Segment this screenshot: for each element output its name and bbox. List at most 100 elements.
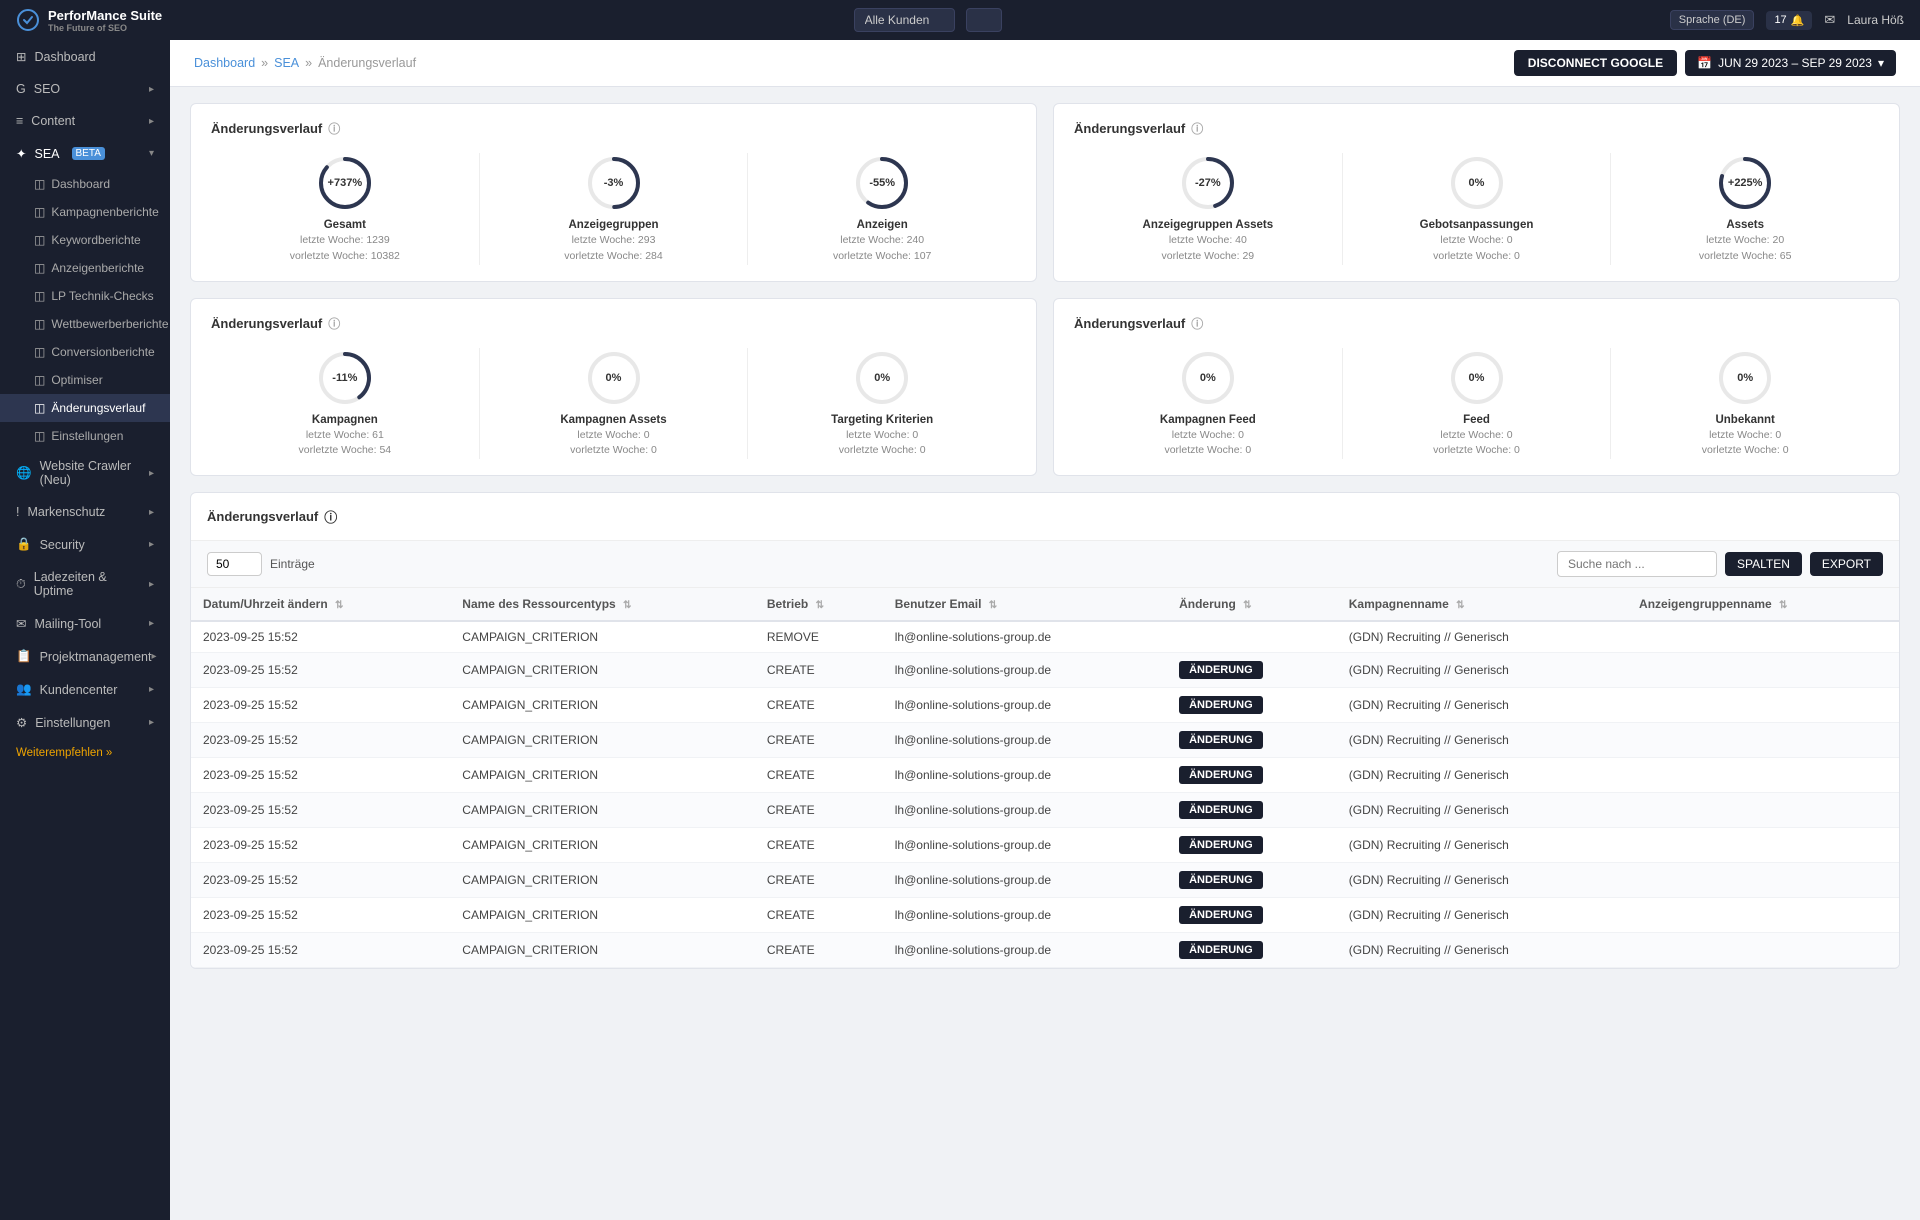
customer-select[interactable]: Alle Kunden <box>854 8 955 32</box>
metric-label-k: Kampagnen <box>219 414 471 426</box>
breadcrumb-sea[interactable]: SEA <box>274 56 299 70</box>
sidebar-sub-sea-dashboard[interactable]: ◫Dashboard <box>0 170 170 198</box>
sidebar-item-sea[interactable]: ✦ SEA BETA ▾ <box>0 137 170 170</box>
anderung-button[interactable]: ÄNDERUNG <box>1179 941 1263 959</box>
website-crawler-label: Website Crawler (Neu) <box>40 459 149 487</box>
info-icon-tl[interactable]: ⓘ <box>328 120 340 137</box>
brand-logo: PerforMance Suite The Future of SEO <box>16 8 186 33</box>
date-range-button[interactable]: 📅 JUN 29 2023 – SEP 29 2023 ▾ <box>1685 50 1896 76</box>
table-row: 2023-09-25 15:52 CAMPAIGN_CRITERION CREA… <box>191 793 1899 828</box>
cell-anderung: ÄNDERUNG <box>1167 898 1337 933</box>
export-button[interactable]: EXPORT <box>1810 552 1883 576</box>
metric-circle-az: -55% <box>852 153 912 213</box>
cell-anzeigengruppe <box>1627 758 1899 793</box>
sidebar-item-einstellungen[interactable]: ⚙ Einstellungen ▸ <box>0 706 170 739</box>
cell-kampagne: (GDN) Recruiting // Generisch <box>1337 621 1627 653</box>
sidebar-item-website-crawler[interactable]: 🌐 Website Crawler (Neu) ▸ <box>0 450 170 496</box>
sidebar-item-projektmanagement[interactable]: 📋 Projektmanagement ▸ <box>0 640 170 673</box>
col-anderung[interactable]: Änderung ⇅ <box>1167 588 1337 621</box>
table-info-icon[interactable]: ⓘ <box>324 507 337 526</box>
sidebar-sub-anzeigenberichte[interactable]: ◫Anzeigenberichte <box>0 254 170 282</box>
col-datum[interactable]: Datum/Uhrzeit ändern ⇅ <box>191 588 450 621</box>
card-top-right: Änderungsverlauf ⓘ -27% Anzeigegruppen A… <box>1053 103 1900 282</box>
entries-select[interactable]: 10 25 50 100 <box>207 552 262 576</box>
table-row: 2023-09-25 15:52 CAMPAIGN_CRITERION CREA… <box>191 758 1899 793</box>
security-icon: 🔒 <box>16 537 32 552</box>
security-label: Security <box>40 538 85 552</box>
metric-feed: 0% Feed letzte Woche: 0vorletzte Woche: … <box>1343 348 1612 460</box>
col-name[interactable]: Name des Ressourcentyps ⇅ <box>450 588 755 621</box>
sidebar-item-weiterempfehlen[interactable]: Weiterempfehlen » <box>0 739 170 767</box>
col-betrieb[interactable]: Betrieb ⇅ <box>755 588 883 621</box>
crawler-icon: 🌐 <box>16 466 32 481</box>
sidebar-sub-einstellungen-sea[interactable]: ◫Einstellungen <box>0 422 170 450</box>
cell-datum: 2023-09-25 15:52 <box>191 828 450 863</box>
info-icon-bl[interactable]: ⓘ <box>328 315 340 332</box>
sidebar-sub-wettbewerber[interactable]: ◫Wettbewerberberichte <box>0 310 170 338</box>
col-email[interactable]: Benutzer Email ⇅ <box>883 588 1167 621</box>
table-toolbar: 10 25 50 100 Einträge SPALTEN EXPORT <box>191 541 1899 588</box>
anderung-button[interactable]: ÄNDERUNG <box>1179 661 1263 679</box>
lp-icon: ◫ <box>34 289 45 303</box>
sidebar-sub-aenderungsverlauf[interactable]: ◫Änderungsverlauf <box>0 394 170 422</box>
table-row: 2023-09-25 15:52 CAMPAIGN_CRITERION CREA… <box>191 723 1899 758</box>
anderung-button[interactable]: ÄNDERUNG <box>1179 696 1263 714</box>
cell-name: CAMPAIGN_CRITERION <box>450 863 755 898</box>
conversion-label: Conversionberichte <box>51 345 154 359</box>
anderung-button[interactable]: ÄNDERUNG <box>1179 766 1263 784</box>
conv-icon: ◫ <box>34 345 45 359</box>
mail-icon[interactable]: ✉ <box>1824 12 1835 28</box>
notifications-badge[interactable]: 17 🔔 <box>1766 11 1812 30</box>
anderung-button[interactable]: ÄNDERUNG <box>1179 906 1263 924</box>
metric-circle-aga: -27% <box>1178 153 1238 213</box>
sidebar-item-content[interactable]: ≡ Content ▸ <box>0 105 170 137</box>
sidebar-sub-keywordberichte[interactable]: ◫Keywordberichte <box>0 226 170 254</box>
col-anzeigengruppe[interactable]: Anzeigengruppenname ⇅ <box>1627 588 1899 621</box>
sidebar-item-mailing[interactable]: ✉ Mailing-Tool ▸ <box>0 607 170 640</box>
anderung-button[interactable]: ÄNDERUNG <box>1179 871 1263 889</box>
top-navigation: PerforMance Suite The Future of SEO Alle… <box>0 0 1920 40</box>
anderung-button[interactable]: ÄNDERUNG <box>1179 801 1263 819</box>
cell-datum: 2023-09-25 15:52 <box>191 723 450 758</box>
cell-datum: 2023-09-25 15:52 <box>191 898 450 933</box>
sidebar-item-dashboard[interactable]: ⊞ Dashboard <box>0 40 170 73</box>
col-kampagne[interactable]: Kampagnenname ⇅ <box>1337 588 1627 621</box>
sidebar-item-ladezeiten[interactable]: ⏱ Ladezeiten & Uptime ▸ <box>0 561 170 607</box>
cell-kampagne: (GDN) Recruiting // Generisch <box>1337 688 1627 723</box>
sidebar-sub-optimiser[interactable]: ◫Optimiser <box>0 366 170 394</box>
card-bottom-right: Änderungsverlauf ⓘ 0% Kampagnen Feed let… <box>1053 298 1900 477</box>
disconnect-google-button[interactable]: DISCONNECT GOOGLE <box>1514 50 1677 76</box>
metric-circle-kf: 0% <box>1178 348 1238 408</box>
cell-name: CAMPAIGN_CRITERION <box>450 933 755 968</box>
language-selector[interactable]: Sprache (DE) <box>1670 10 1755 30</box>
sidebar-item-seo[interactable]: G SEO ▸ <box>0 73 170 105</box>
info-icon-tr[interactable]: ⓘ <box>1191 120 1203 137</box>
breadcrumb-current: Änderungsverlauf <box>318 56 416 70</box>
sidebar-item-kundencenter[interactable]: 👥 Kundencenter ▸ <box>0 673 170 706</box>
sidebar-sub-kampagnenberichte[interactable]: ◫Kampagnenberichte <box>0 198 170 226</box>
metric-percent-k: -11% <box>332 372 357 384</box>
anderung-button[interactable]: ÄNDERUNG <box>1179 731 1263 749</box>
sidebar-sub-conversion[interactable]: ◫ Conversionberichte <box>0 338 170 366</box>
info-icon-br[interactable]: ⓘ <box>1191 315 1203 332</box>
sidebar-item-security[interactable]: 🔒 Security ▸ <box>0 528 170 561</box>
keyword-icon: ◫ <box>34 233 45 247</box>
anderung-button[interactable]: ÄNDERUNG <box>1179 836 1263 854</box>
metric-sub-f: letzte Woche: 0vorletzte Woche: 0 <box>1351 428 1603 460</box>
sort-icon-anderung: ⇅ <box>1243 600 1251 611</box>
settings-small-icon: ◫ <box>34 429 45 443</box>
sidebar-item-markenschutz[interactable]: ! Markenschutz ▸ <box>0 496 170 528</box>
cell-betrieb: CREATE <box>755 688 883 723</box>
search-input[interactable] <box>1557 551 1717 577</box>
breadcrumb-dashboard[interactable]: Dashboard <box>194 56 255 70</box>
card-bottom-left: Änderungsverlauf ⓘ -11% Kampagnen <box>190 298 1037 477</box>
metric-percent-u: 0% <box>1737 372 1753 384</box>
cell-kampagne: (GDN) Recruiting // Generisch <box>1337 653 1627 688</box>
spalten-button[interactable]: SPALTEN <box>1725 552 1802 576</box>
secondary-select[interactable] <box>966 8 1002 32</box>
sidebar-item-label-sea: SEA <box>34 147 59 161</box>
cell-email: lh@online-solutions-group.de <box>883 723 1167 758</box>
sidebar-sub-lp-technik[interactable]: ◫LP Technik-Checks <box>0 282 170 310</box>
table-row: 2023-09-25 15:52 CAMPAIGN_CRITERION CREA… <box>191 688 1899 723</box>
card-top-right-title: Änderungsverlauf ⓘ <box>1074 120 1879 137</box>
